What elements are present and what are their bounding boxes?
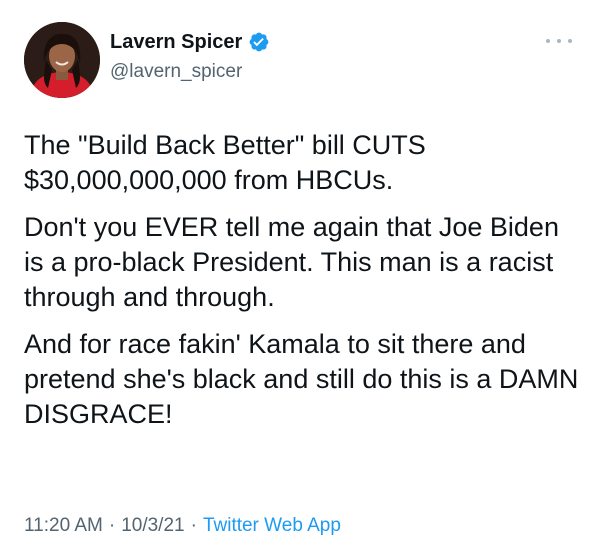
tweet-paragraph: Don't you EVER tell me again that Joe Bi… (24, 212, 559, 312)
avatar[interactable] (24, 22, 100, 98)
author-display-name[interactable]: Lavern Spicer (110, 30, 242, 54)
tweet-card: Lavern Spicer @lavern_spicer The "Build … (0, 0, 600, 554)
tweet-paragraph: The "Build Back Better" bill CUTS $30,00… (24, 130, 426, 195)
tweet-date[interactable]: 10/3/21 (121, 515, 184, 536)
verified-badge-icon (248, 31, 270, 53)
avatar-image (24, 22, 100, 98)
more-dot (546, 39, 550, 43)
tweet-paragraph: And for race fakin' Kamala to sit there … (24, 329, 579, 429)
author-handle[interactable]: @lavern_spicer (110, 60, 242, 84)
tweet-text: The "Build Back Better" bill CUTS $30,00… (24, 128, 584, 444)
more-dot (557, 39, 561, 43)
meta-separator: · (190, 515, 197, 536)
source-app-link[interactable]: Twitter Web App (203, 515, 341, 536)
meta-separator: · (108, 515, 116, 536)
tweet-meta: 11:20 AM · 10/3/21 · Twitter Web App (24, 514, 341, 538)
author-name-row: Lavern Spicer (110, 30, 270, 54)
more-dot (568, 39, 572, 43)
tweet-time[interactable]: 11:20 AM (24, 515, 103, 536)
more-horizontal-icon[interactable] (546, 34, 572, 48)
